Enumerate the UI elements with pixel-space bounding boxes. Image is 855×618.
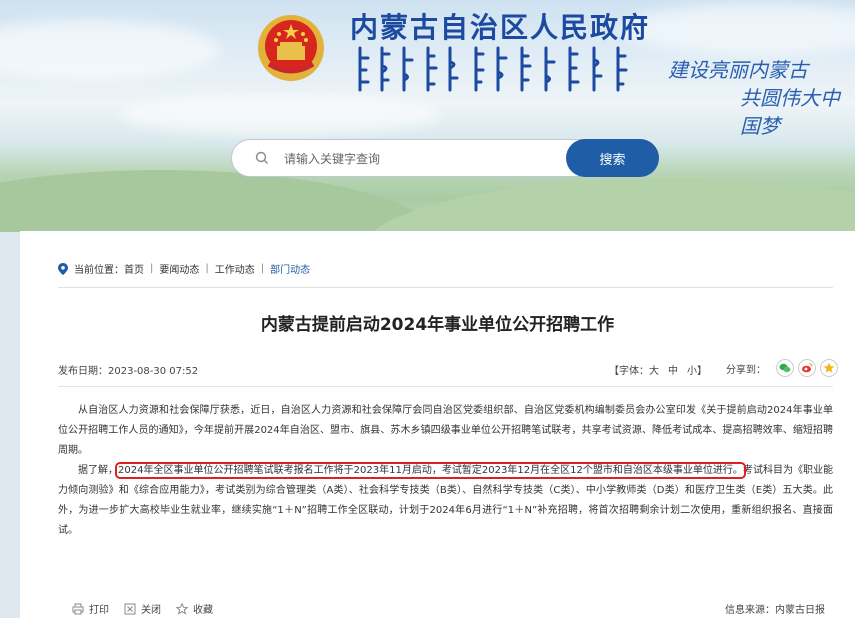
paragraph-2-lead: 据了解， (78, 465, 119, 476)
wechat-icon[interactable] (776, 359, 794, 377)
search-icon (255, 151, 268, 164)
close-button[interactable]: 关闭 (124, 601, 161, 616)
breadcrumb-separator: | (260, 263, 265, 274)
favorite-button[interactable]: 收藏 (176, 601, 213, 616)
slogan-line-1: 建设亮丽内蒙古 (668, 58, 808, 82)
article-meta: 发布日期：2023-08-30 07:52 【字体：大中小】 分享到： (58, 359, 838, 381)
slogan: 建设亮丽内蒙古 共圆伟大中国梦 (668, 56, 855, 140)
print-button[interactable]: 打印 (72, 601, 109, 616)
search-input[interactable] (284, 148, 554, 170)
mongolian-script-title (358, 46, 628, 92)
breadcrumb-item-home[interactable]: 首页 (124, 261, 144, 276)
favorite-label: 收藏 (193, 605, 213, 616)
font-size-medium[interactable]: 中 (668, 366, 678, 377)
highlighted-sentence: 2024年全区事业单位公开招聘笔试联考报名工作将于2023年11月启动，考试暂定… (115, 462, 746, 479)
info-source: 信息来源：内蒙古日报 (725, 605, 825, 616)
close-icon (124, 603, 136, 614)
publish-date-value: 2023-08-30 07:52 (108, 366, 199, 377)
weibo-icon[interactable] (798, 359, 816, 377)
print-label: 打印 (89, 605, 109, 616)
site-title: 内蒙古自治区人民政府 (350, 11, 651, 44)
breadcrumb: 当前位置： 首页 | 要闻动态 | 工作动态 | 部门动态 (58, 261, 310, 276)
paragraph-1: 从自治区人力资源和社会保障厅获悉，近日，自治区人力资源和社会保障厅会同自治区党委… (58, 405, 833, 456)
article-body: 从自治区人力资源和社会保障厅获悉，近日，自治区人力资源和社会保障厅会同自治区党委… (58, 401, 833, 541)
breadcrumb-prefix: 当前位置： (74, 265, 124, 276)
print-icon (72, 603, 84, 614)
share-label: 分享到： (726, 364, 766, 376)
article-card: 当前位置： 首页 | 要闻动态 | 工作动态 | 部门动态 内蒙古提前启动202… (20, 231, 855, 618)
publish-date: 发布日期：2023-08-30 07:52 (58, 362, 198, 377)
breadcrumb-item-news[interactable]: 要闻动态 (159, 261, 199, 276)
breadcrumb-separator: | (150, 263, 154, 274)
header-banner: 内蒙古自治区人民政府 建设亮丽内蒙古 共圆伟大中国梦 搜索 (0, 0, 855, 232)
font-size-close: 】 (697, 366, 707, 377)
divider (58, 386, 833, 387)
font-size-small[interactable]: 小 (687, 366, 697, 377)
national-emblem-icon (258, 15, 324, 81)
divider (58, 287, 833, 288)
search-button[interactable]: 搜索 (566, 139, 659, 177)
publish-date-label: 发布日期： (58, 366, 108, 377)
star-icon (176, 602, 188, 615)
paragraph-2: 据了解，2024年全区事业单位公开招聘笔试联考报名工作将于2023年11月启动，… (58, 461, 833, 541)
location-pin-icon (58, 262, 68, 275)
qzone-icon[interactable] (820, 359, 838, 377)
close-label: 关闭 (141, 605, 161, 616)
breadcrumb-item-work-news[interactable]: 工作动态 (215, 261, 255, 276)
article-title: 内蒙古提前启动2024年事业单位公开招聘工作 (260, 315, 615, 335)
slogan-line-2: 共圆伟大中国梦 (740, 86, 840, 138)
font-size-large[interactable]: 大 (649, 366, 659, 377)
font-size-control: 【字体：大中小】 (609, 362, 707, 377)
breadcrumb-separator: | (205, 263, 209, 274)
font-size-label: 【字体： (609, 366, 649, 377)
share-bar: 分享到： (726, 359, 838, 377)
breadcrumb-item-dept-news[interactable]: 部门动态 (270, 261, 310, 276)
